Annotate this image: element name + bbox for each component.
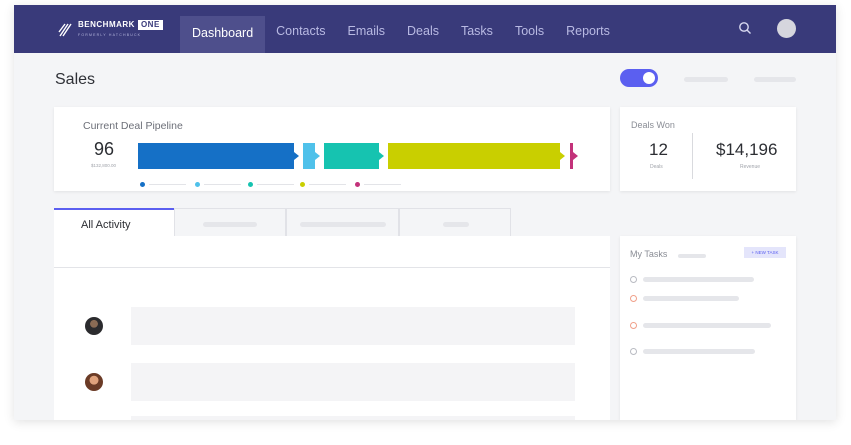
benchmark-logo[interactable]: BENCHMARK ONE FORMERLY HATCHBUCK xyxy=(58,20,163,42)
pipeline-legend-dot-2 xyxy=(195,182,200,187)
tasks-header-placeholder xyxy=(678,254,706,258)
user-avatar[interactable] xyxy=(777,19,796,38)
task-checkbox[interactable] xyxy=(630,295,637,302)
toggle-knob xyxy=(643,72,655,84)
nav-item-emails[interactable]: Emails xyxy=(337,18,397,44)
pipeline-legend-line-2 xyxy=(204,184,241,185)
pipeline-stage-5-arrow xyxy=(573,152,578,160)
pipeline-legend-line-5 xyxy=(364,184,401,185)
my-tasks-label: My Tasks xyxy=(630,249,668,259)
deal-pipeline-card[interactable]: Current Deal Pipeline 96 $132,800.00 xyxy=(54,107,610,191)
pipeline-legend-dot-3 xyxy=(248,182,253,187)
deals-won-count: 12 xyxy=(649,140,668,159)
logo-text: BENCHMARK xyxy=(78,20,135,29)
activity-divider xyxy=(54,267,610,268)
task-checkbox[interactable] xyxy=(630,322,637,329)
pipeline-stage-3[interactable] xyxy=(324,143,379,169)
pipeline-stage-4[interactable] xyxy=(388,143,560,169)
logo-wordmark: BENCHMARK ONE xyxy=(78,20,163,30)
nav-item-contacts[interactable]: Contacts xyxy=(265,18,336,44)
activity-feed xyxy=(54,236,610,420)
pipeline-legend-line-1 xyxy=(149,184,186,185)
nav-item-tools[interactable]: Tools xyxy=(504,18,555,44)
nav-item-dashboard[interactable]: Dashboard xyxy=(180,16,266,53)
my-tasks-card: My Tasks + NEW TASK xyxy=(620,236,796,420)
nav-item-deals[interactable]: Deals xyxy=(396,18,450,44)
app-window: BENCHMARK ONE FORMERLY HATCHBUCK Dashboa… xyxy=(14,5,836,420)
deals-won-card[interactable]: Deals Won 12 Deals $14,196 Revenue xyxy=(620,107,796,191)
task-item[interactable] xyxy=(643,323,771,328)
header-placeholder-2 xyxy=(754,77,796,82)
task-checkbox[interactable] xyxy=(630,276,637,283)
avatar[interactable] xyxy=(85,373,103,391)
tab-4[interactable] xyxy=(399,208,511,236)
task-item[interactable] xyxy=(643,296,739,301)
deals-won-divider xyxy=(692,133,693,179)
logo-badge: ONE xyxy=(137,20,163,30)
pipeline-legend-dot-5 xyxy=(355,182,360,187)
task-checkbox[interactable] xyxy=(630,348,637,355)
deals-won-count-label: Deals xyxy=(650,164,663,170)
pipeline-legend-line-4 xyxy=(309,184,346,185)
activity-item[interactable] xyxy=(131,416,575,420)
deals-won-revenue: $14,196 xyxy=(716,140,778,159)
pipeline-legend-line-3 xyxy=(257,184,294,185)
deals-won-revenue-label: Revenue xyxy=(740,164,761,170)
activity-item[interactable] xyxy=(131,363,575,401)
pipeline-label: Current Deal Pipeline xyxy=(83,120,183,132)
main-nav: Dashboard Contacts Emails Deals Tasks To… xyxy=(180,16,621,53)
nav-item-tasks[interactable]: Tasks xyxy=(450,18,504,44)
tab-3[interactable] xyxy=(286,208,399,236)
view-toggle[interactable] xyxy=(620,69,658,87)
task-item[interactable] xyxy=(643,277,754,282)
header-placeholder-1 xyxy=(684,77,728,82)
pipeline-stage-2[interactable] xyxy=(303,143,315,169)
pipeline-count: 96 xyxy=(94,139,115,159)
pipeline-stage-3-arrow xyxy=(379,152,384,160)
top-navigation-bar: BENCHMARK ONE FORMERLY HATCHBUCK Dashboa… xyxy=(14,5,836,53)
avatar[interactable] xyxy=(85,317,103,335)
tab-all-activity-label: All Activity xyxy=(81,219,131,231)
tab-4-placeholder xyxy=(443,222,469,227)
pipeline-legend-dot-1 xyxy=(140,182,145,187)
tab-all-activity[interactable]: All Activity xyxy=(54,208,174,236)
pipeline-stage-2-arrow xyxy=(315,152,320,160)
activity-item[interactable] xyxy=(131,307,575,345)
pipeline-stage-1[interactable] xyxy=(138,143,294,169)
task-item[interactable] xyxy=(643,349,755,354)
deals-won-label: Deals Won xyxy=(631,120,675,130)
search-icon[interactable] xyxy=(738,21,752,35)
tab-3-placeholder xyxy=(300,222,386,227)
new-task-button[interactable]: + NEW TASK xyxy=(744,247,786,258)
pipeline-value: $132,800.00 xyxy=(91,163,117,168)
logo-subtitle: FORMERLY HATCHBUCK xyxy=(78,33,142,37)
pipeline-stage-4-arrow xyxy=(560,152,565,160)
logo-mark-icon xyxy=(58,23,72,37)
tab-2[interactable] xyxy=(174,208,286,236)
tab-2-placeholder xyxy=(203,222,257,227)
nav-item-reports[interactable]: Reports xyxy=(555,18,621,44)
page-title: Sales xyxy=(55,71,96,88)
pipeline-stage-1-arrow xyxy=(294,152,299,160)
pipeline-legend-dot-4 xyxy=(300,182,305,187)
